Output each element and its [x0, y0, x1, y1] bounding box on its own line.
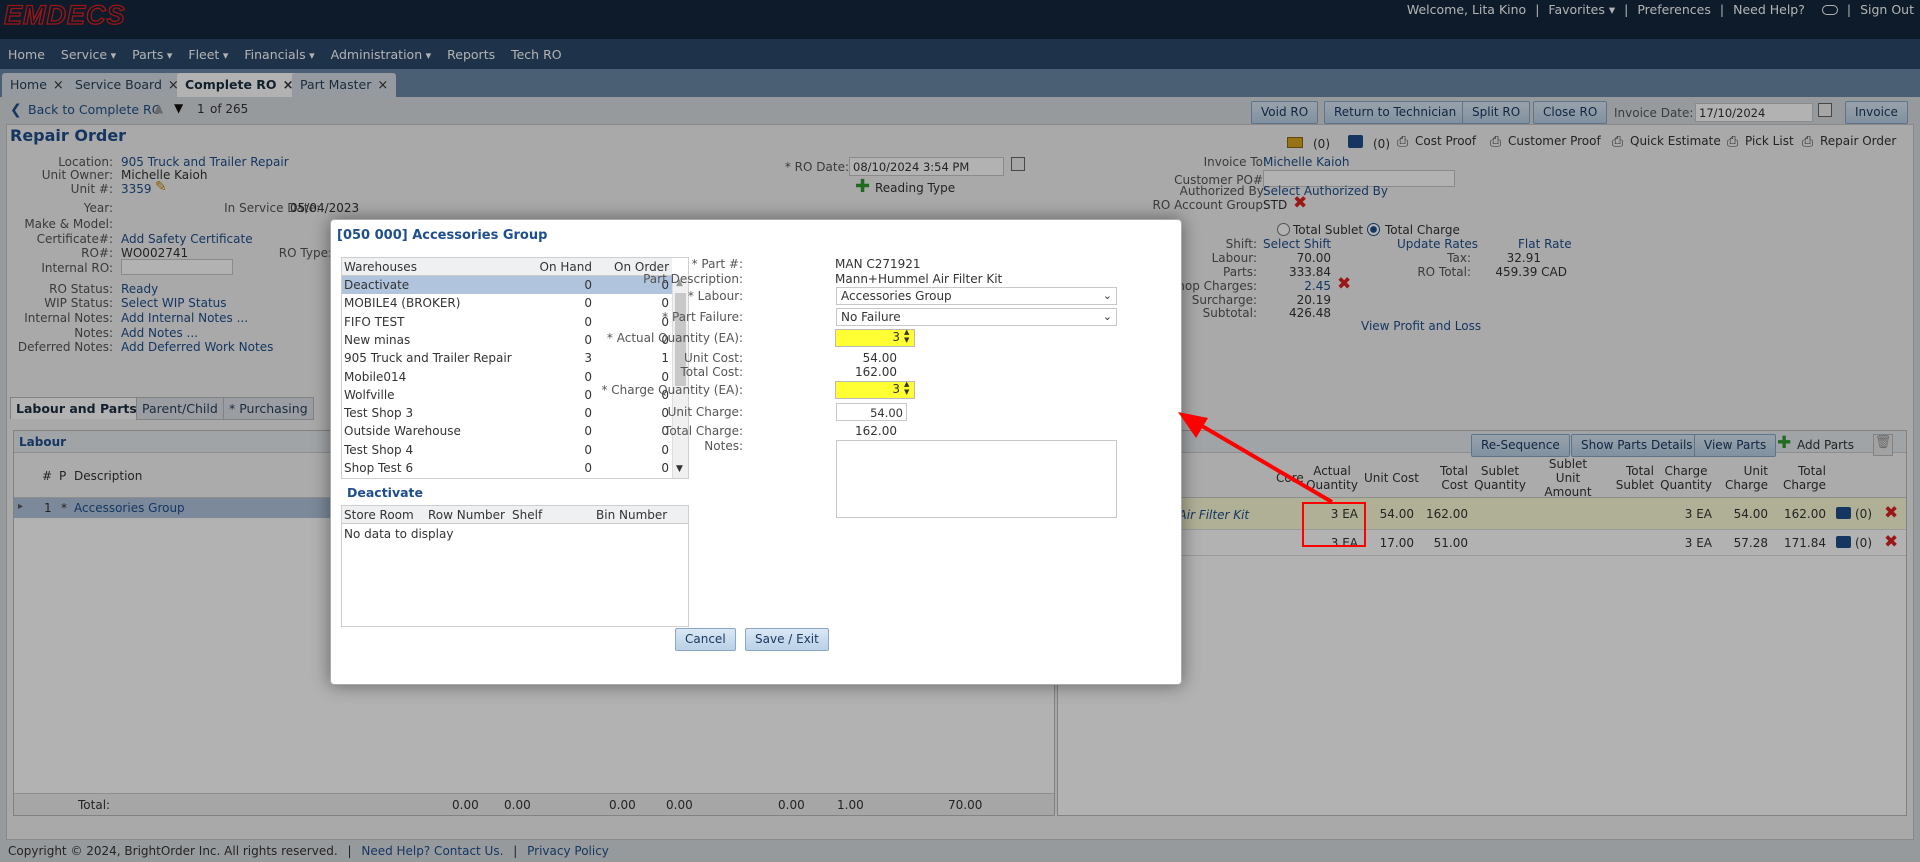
- warehouse-name: Test Shop 4: [344, 442, 414, 457]
- chevron-down-icon: ⌄: [1102, 289, 1112, 302]
- unit-charge-input[interactable]: 54.00: [836, 403, 907, 421]
- annotation-box: [1302, 502, 1366, 547]
- warehouse-on-hand: 0: [584, 442, 592, 457]
- save-exit-button[interactable]: Save / Exit: [745, 628, 829, 651]
- scroll-down-icon[interactable]: ▼: [676, 464, 683, 474]
- failure-select[interactable]: No Failure ⌄: [836, 308, 1117, 326]
- description-value: Mann+Hummel Air Filter Kit: [835, 272, 1003, 286]
- part-edit-dialog: [050 000] Accessories Group Warehouses O…: [330, 219, 1182, 685]
- unit-cost-value: 54.00: [862, 351, 897, 365]
- empty-message: No data to display: [344, 527, 454, 541]
- notes-label: Notes:: [704, 439, 743, 453]
- col-row-number: Row Number: [428, 508, 505, 522]
- col-store-room: Store Room: [344, 508, 414, 522]
- total-cost-value: 162.00: [855, 365, 897, 379]
- warehouse-on-hand: 0: [584, 424, 592, 439]
- charge-quantity-stepper[interactable]: 3: [835, 381, 915, 399]
- warehouse-on-hand: 0: [584, 278, 592, 292]
- notes-textarea[interactable]: [836, 440, 1117, 518]
- actual-quantity-label: * Actual Quantity (EA):: [606, 331, 743, 345]
- col-bin-number: Bin Number: [596, 508, 668, 522]
- cancel-button[interactable]: Cancel: [675, 628, 736, 651]
- warehouse-on-hand: 0: [584, 314, 592, 329]
- labour-select[interactable]: Accessories Group ⌄: [836, 287, 1117, 305]
- warehouse-name: Outside Warehouse: [344, 424, 461, 439]
- col-on-hand: On Hand: [539, 259, 592, 274]
- col-shelf: Shelf: [512, 508, 543, 522]
- warehouse-on-hand: 3: [584, 351, 592, 366]
- total-charge-label: Total Charge:: [664, 424, 743, 438]
- actual-quantity-stepper[interactable]: 3: [835, 329, 915, 347]
- stepper-arrows-icon[interactable]: ▲ ▼: [904, 328, 909, 344]
- warehouse-name: MOBILE4 (BROKER): [344, 296, 461, 311]
- col-warehouses: Warehouses: [344, 259, 417, 274]
- warehouse-on-hand: 0: [584, 369, 592, 384]
- failure-select-label: * Part Failure:: [662, 310, 743, 324]
- warehouse-name: Deactivate: [344, 278, 410, 292]
- bin-header: Store Room Row Number Shelf Bin Number: [342, 506, 688, 524]
- unit-cost-label: Unit Cost:: [684, 351, 743, 365]
- chevron-down-icon: ⌄: [1102, 310, 1112, 323]
- warehouse-on-hand: 0: [584, 406, 592, 421]
- warehouse-name: Mobile014: [344, 369, 407, 384]
- warehouse-name: New minas: [344, 332, 411, 347]
- dialog-title: [050 000] Accessories Group: [337, 228, 548, 243]
- bin-title: Deactivate: [347, 485, 423, 500]
- warehouse-name: Shop Test 6: [344, 461, 414, 475]
- warehouse-name: Test Shop 3: [344, 406, 414, 421]
- charge-quantity-label: * Charge Quantity (EA):: [601, 383, 743, 397]
- bin-table: Store Room Row Number Shelf Bin Number N…: [341, 505, 689, 627]
- warehouse-on-hand: 0: [584, 461, 592, 475]
- part-value: MAN C271921: [835, 257, 921, 271]
- warehouse-row[interactable]: Shop Test 6 0 0: [342, 459, 672, 477]
- description-label: Part Description:: [643, 272, 743, 286]
- part-label: * Part #:: [691, 257, 743, 271]
- warehouse-on-order: 0: [661, 461, 669, 475]
- warehouse-name: FIFO TEST: [344, 314, 405, 329]
- total-cost-label: Total Cost:: [680, 365, 743, 379]
- unit-charge-label: Unit Charge:: [667, 405, 743, 419]
- total-charge-value: 162.00: [855, 424, 897, 438]
- warehouse-name: 905 Truck and Trailer Repair: [344, 351, 512, 366]
- labour-select-label: * Labour:: [687, 289, 743, 303]
- warehouse-name: Wolfville: [344, 387, 395, 402]
- stepper-arrows-icon[interactable]: ▲ ▼: [904, 380, 909, 396]
- warehouse-on-hand: 0: [584, 296, 592, 311]
